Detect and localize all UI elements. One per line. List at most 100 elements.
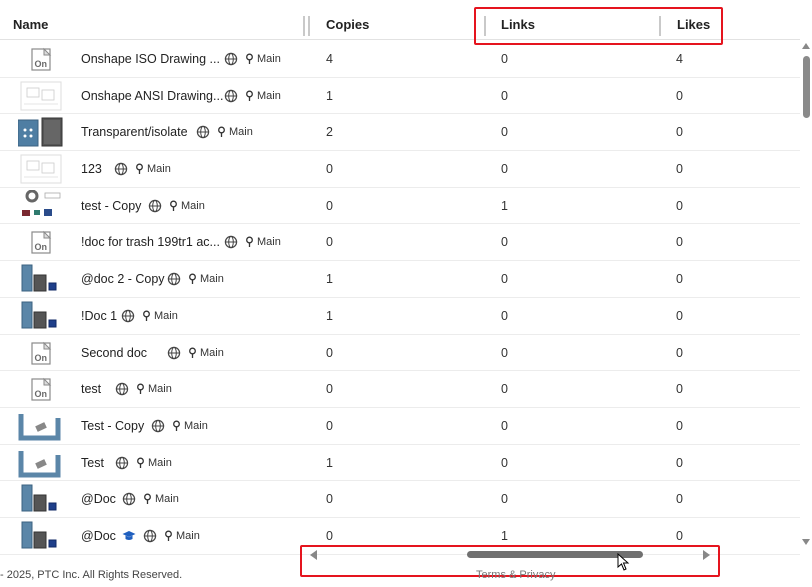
globe-icon (151, 419, 165, 433)
likes-count: 0 (676, 162, 683, 177)
document-meta: Main (167, 261, 224, 297)
table-row[interactable]: @Doc Main 0 0 0 (0, 481, 800, 518)
table-row[interactable]: Test - Copy Main 0 0 0 (0, 408, 800, 445)
table-row[interactable]: Test Main 1 0 0 (0, 445, 800, 482)
column-header-likes[interactable]: Likes (677, 0, 710, 40)
globe-icon (224, 236, 238, 249)
document-name-link[interactable]: Test - Copy (81, 408, 144, 444)
column-header-name[interactable]: Name (13, 0, 48, 40)
branch-name: Main (257, 89, 281, 102)
branch-label[interactable]: Main (136, 457, 172, 469)
branch-label[interactable]: Main (245, 236, 281, 248)
branch-pin-icon (136, 163, 143, 175)
parts-thumbnail[interactable] (18, 189, 64, 222)
branch-label[interactable]: Main (136, 383, 172, 395)
links-count: 0 (501, 235, 508, 250)
document-name-link[interactable]: @Doc (81, 518, 116, 554)
drawing-sheet-thumbnail[interactable] (18, 153, 64, 185)
column-resize-handle[interactable] (303, 16, 305, 36)
document-name-link[interactable]: test (81, 371, 101, 407)
branch-label[interactable]: Main (188, 347, 224, 359)
column-header-links[interactable]: Links (501, 0, 535, 40)
table-header: Name Copies Links Likes (0, 0, 800, 40)
branch-label[interactable]: Main (164, 530, 200, 542)
scroll-up-arrow-icon[interactable] (802, 43, 810, 49)
links-count: 0 (501, 162, 508, 177)
branch-label[interactable]: Main (169, 200, 205, 212)
table-row[interactable]: On test Main 0 0 0 (0, 371, 800, 408)
onshape-doc-icon[interactable]: On (18, 337, 64, 369)
terms-privacy-link[interactable]: Terms & Privacy (476, 569, 555, 581)
document-name-link[interactable]: Onshape ISO Drawing ... (81, 41, 220, 77)
table-row[interactable]: @doc 2 - Copy Main 1 0 0 (0, 261, 800, 298)
column-resize-handle[interactable] (484, 16, 486, 36)
document-name-link[interactable]: @Doc (81, 481, 116, 517)
table-row[interactable]: !Doc 1 Main 1 0 0 (0, 298, 800, 335)
table-row[interactable]: Onshape ANSI Drawing... Main 1 0 0 (0, 78, 800, 115)
document-name-link[interactable]: !doc for trash 199tr1 ac... (81, 224, 220, 260)
branch-label[interactable]: Main (245, 90, 281, 102)
branch-name: Main (154, 309, 178, 322)
document-name-link[interactable]: Onshape ANSI Drawing... (81, 78, 223, 114)
onshape-doc-icon[interactable]: On (18, 226, 64, 258)
svg-text:On: On (35, 353, 48, 363)
bracket-thumbnail[interactable] (18, 410, 64, 442)
links-count: 0 (501, 418, 508, 433)
graduation-cap-icon (122, 530, 136, 540)
links-count: 0 (501, 272, 508, 287)
blue-cubes-thumbnail[interactable] (17, 116, 64, 148)
branch-label[interactable]: Main (135, 163, 171, 175)
branch-label[interactable]: Main (245, 53, 281, 65)
branch-label[interactable]: Main (142, 310, 178, 322)
branch-label[interactable]: Main (217, 126, 253, 138)
drawing-sheet-thumbnail[interactable] (18, 80, 64, 112)
svg-text:On: On (35, 242, 48, 252)
table-row[interactable]: On Second doc Main 0 0 0 (0, 335, 800, 372)
links-count: 0 (501, 52, 508, 66)
branch-pin-icon (143, 310, 150, 321)
document-name-link[interactable]: Transparent/isolate (81, 114, 188, 150)
table-row[interactable]: On Onshape ISO Drawing ... Main 4 0 4 (0, 41, 800, 78)
copies-count: 2 (326, 125, 333, 140)
onshape-doc-icon[interactable]: On (18, 373, 64, 405)
onshape-doc-icon[interactable]: On (18, 43, 64, 75)
branch-label[interactable]: Main (172, 420, 208, 432)
svg-text:On: On (35, 59, 48, 69)
likes-count: 0 (676, 345, 683, 360)
document-name-link[interactable]: Second doc (81, 335, 147, 371)
blocks-thumbnail[interactable] (18, 300, 64, 332)
document-name-link[interactable]: @doc 2 - Copy (81, 261, 165, 297)
document-name-link[interactable]: test - Copy (81, 188, 141, 224)
likes-count: 0 (676, 88, 683, 103)
blocks-thumbnail[interactable] (18, 520, 64, 552)
copies-count: 0 (326, 418, 333, 433)
bracket-thumbnail[interactable] (18, 447, 64, 479)
document-name-link[interactable]: !Doc 1 (81, 298, 117, 334)
table-row[interactable]: test - Copy Main 0 1 0 (0, 188, 800, 225)
copies-count: 0 (326, 198, 333, 213)
links-count: 0 (501, 492, 508, 507)
scroll-down-arrow-icon[interactable] (802, 539, 810, 545)
blocks-thumbnail[interactable] (18, 483, 64, 515)
likes-count: 0 (676, 418, 683, 433)
links-count: 1 (501, 198, 508, 213)
documents-table: Name Copies Links Likes On Onshape ISO Dr… (0, 0, 800, 560)
table-row[interactable]: On !doc for trash 199tr1 ac... Main 0 0 0 (0, 224, 800, 262)
branch-label[interactable]: Main (188, 273, 224, 285)
branch-label[interactable]: Main (143, 493, 179, 505)
scroll-left-arrow-icon[interactable] (310, 550, 317, 560)
branch-name: Main (184, 419, 208, 432)
table-row[interactable]: Transparent/isolate Main 2 0 0 (0, 114, 800, 152)
document-name-link[interactable]: Test (81, 445, 104, 481)
document-name-link[interactable]: 123 (81, 151, 102, 187)
vertical-scrollbar[interactable] (800, 40, 812, 548)
table-row[interactable]: 123 Main 0 0 0 (0, 151, 800, 188)
branch-pin-icon (137, 383, 144, 395)
column-resize-handle[interactable] (308, 16, 310, 36)
likes-count: 0 (676, 125, 683, 140)
vertical-scroll-thumb[interactable] (803, 56, 810, 118)
blocks-thumbnail[interactable] (18, 263, 64, 295)
column-resize-handle[interactable] (659, 16, 661, 36)
column-header-copies[interactable]: Copies (326, 0, 369, 40)
scroll-right-arrow-icon[interactable] (703, 550, 710, 560)
